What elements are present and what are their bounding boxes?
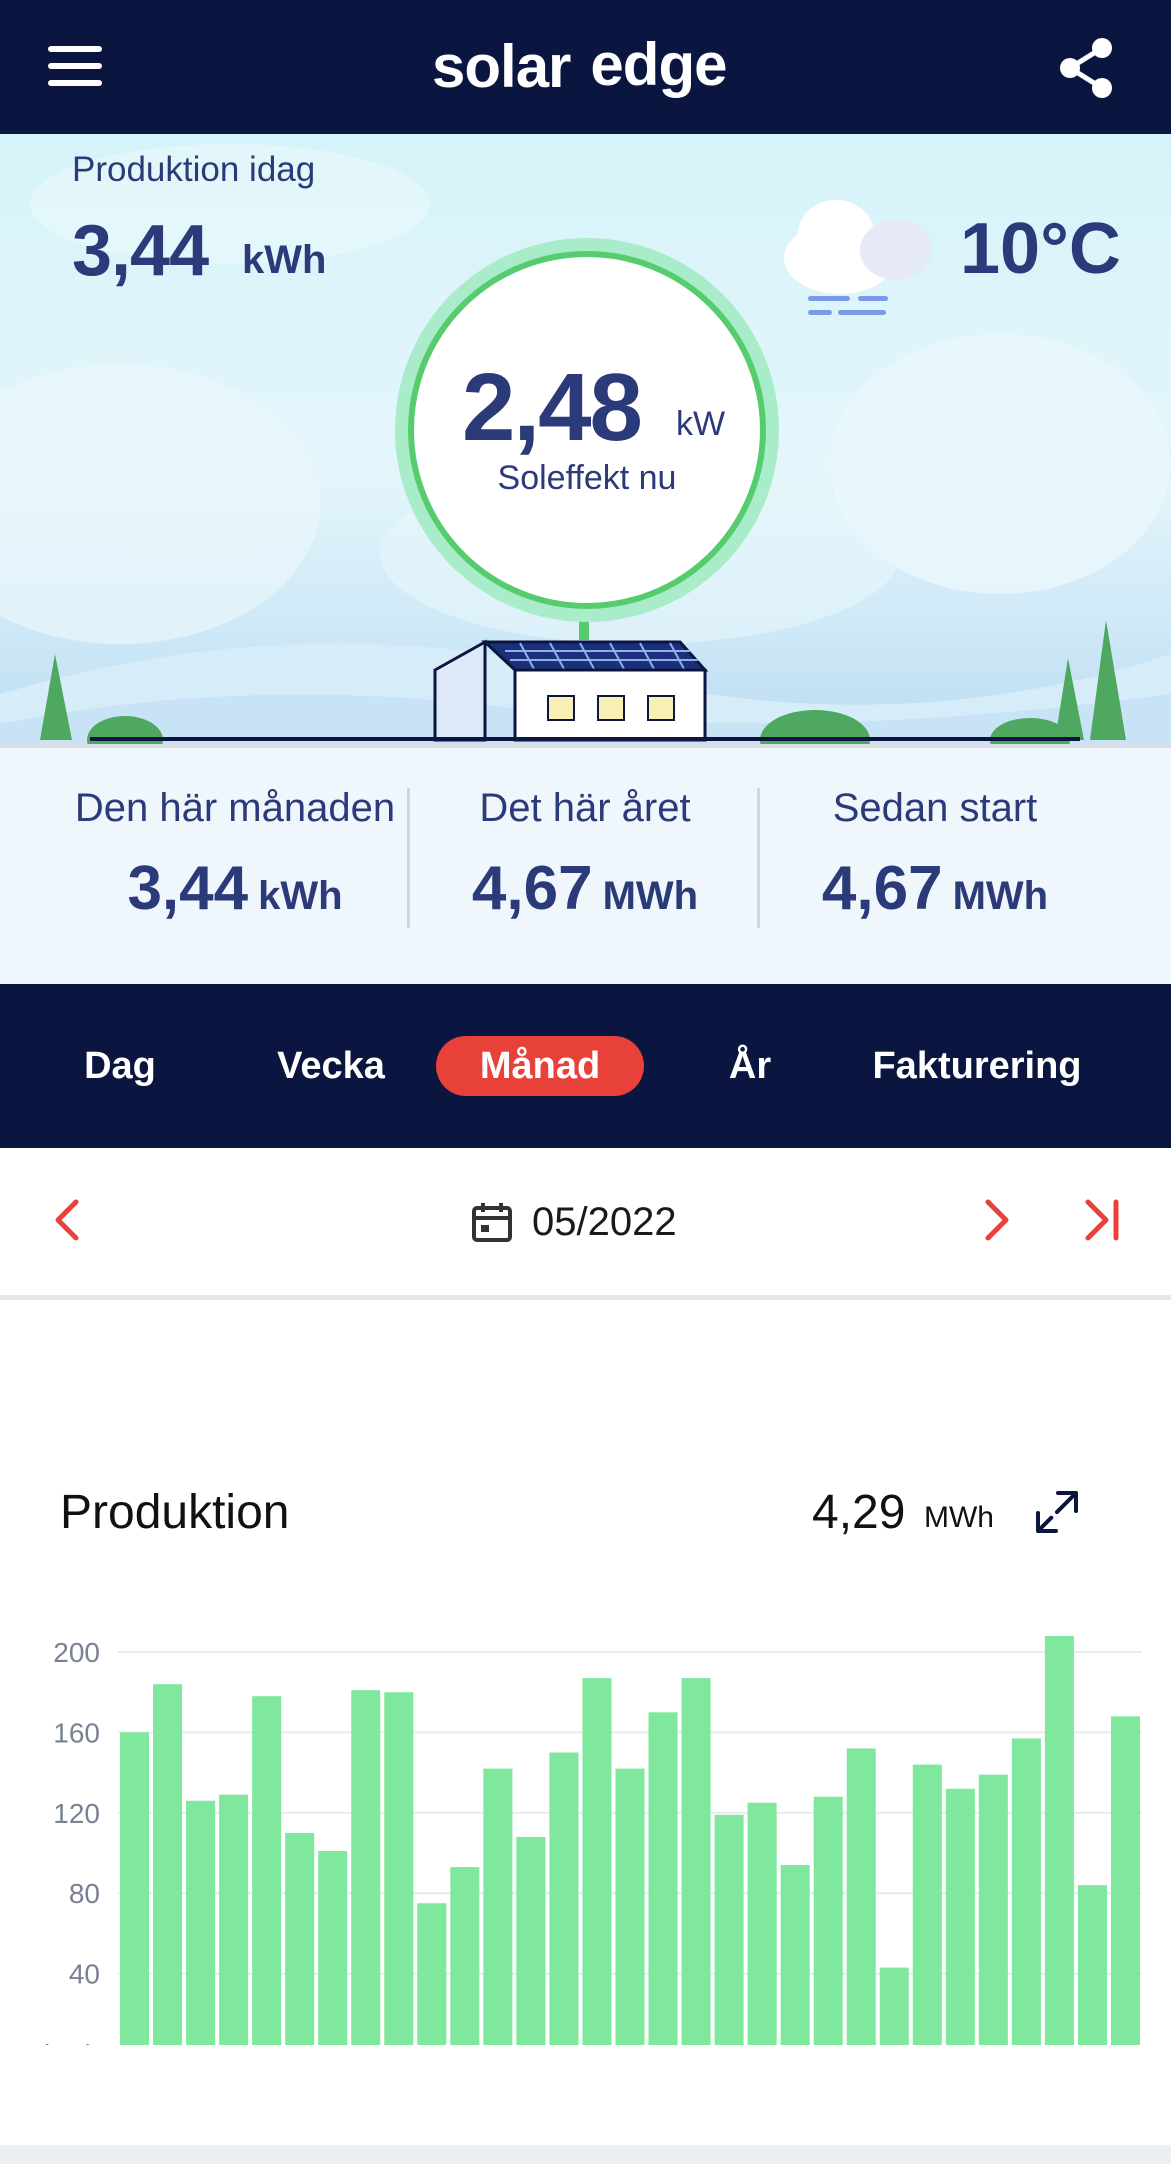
bar-day-6[interactable] xyxy=(285,1832,315,2045)
date-navigator: 05/2022 xyxy=(0,1148,1171,1300)
y-tick-label: 160 xyxy=(53,1717,100,1748)
bar-day-12[interactable] xyxy=(483,1768,513,2045)
tab-month[interactable]: Månad xyxy=(436,1036,644,1096)
stat-label: Sedan start xyxy=(832,786,1038,830)
tab-week[interactable]: Vecka xyxy=(256,1036,406,1096)
bar-day-7[interactable] xyxy=(318,1850,348,2045)
stat-value: 3,44 xyxy=(127,854,249,923)
bar-day-23[interactable] xyxy=(846,1748,876,2045)
stat-unit: MWh xyxy=(602,874,699,918)
temperature-value: 10°C xyxy=(960,209,1121,289)
period-tabs: Dag Vecka Månad År Fakturering xyxy=(0,984,1171,1148)
bar-day-28[interactable] xyxy=(1011,1738,1041,2045)
solaredge-logo: solar edge xyxy=(432,30,744,102)
chart-title: Produktion xyxy=(60,1486,290,1539)
chart-total-value: 4,29 xyxy=(812,1486,906,1539)
bar-day-13[interactable] xyxy=(516,1836,546,2045)
bar-day-18[interactable] xyxy=(681,1678,711,2045)
today-production-label: Produktion idag xyxy=(72,150,316,189)
bar-day-14[interactable] xyxy=(549,1752,579,2046)
bar-day-21[interactable] xyxy=(780,1865,810,2045)
bar-day-8[interactable] xyxy=(351,1690,381,2045)
today-production-unit: kWh xyxy=(242,238,327,282)
current-power-unit: kW xyxy=(676,405,726,443)
chevron-right-icon[interactable] xyxy=(964,1188,1028,1252)
bar-day-9[interactable] xyxy=(384,1692,414,2045)
y-tick-label: 80 xyxy=(69,1878,100,1909)
bar-day-29[interactable] xyxy=(1044,1635,1074,2045)
bar-day-20[interactable] xyxy=(747,1802,777,2045)
share-icon[interactable] xyxy=(1056,36,1116,100)
bar-day-5[interactable] xyxy=(252,1696,282,2045)
stat-unit: MWh xyxy=(952,874,1049,918)
bar-day-4[interactable] xyxy=(219,1794,249,2045)
bar-day-22[interactable] xyxy=(813,1796,843,2045)
current-power-gauge: 2,48 kW Soleffekt nu xyxy=(395,238,779,622)
tab-year[interactable]: År xyxy=(700,1036,800,1096)
stat-this-month: Den här månaden 3,44 kWh xyxy=(60,786,410,924)
logo-text-solar: solar xyxy=(432,32,571,100)
bar-day-25[interactable] xyxy=(912,1764,942,2045)
y-tick-label: 200 xyxy=(53,1637,100,1668)
bar-day-26[interactable] xyxy=(945,1788,975,2045)
y-axis-unit-label: kWh xyxy=(44,2039,100,2045)
production-chart-card: Produktion 4,29 MWh 4080120160200kWh1357… xyxy=(0,1305,1171,2145)
bar-day-2[interactable] xyxy=(153,1684,183,2045)
top-app-bar: solar edge xyxy=(0,0,1171,134)
bar-day-1[interactable] xyxy=(120,1732,150,2045)
selected-date: 05/2022 xyxy=(532,1199,677,1244)
y-tick-label: 40 xyxy=(69,1959,100,1990)
bar-day-10[interactable] xyxy=(417,1903,447,2045)
tab-billing[interactable]: Fakturering xyxy=(846,1036,1108,1096)
today-production-value: 3,44 xyxy=(72,211,209,291)
skip-to-end-icon[interactable] xyxy=(1072,1188,1136,1252)
stat-this-year: Det här året 4,67 MWh xyxy=(410,786,760,924)
bar-day-3[interactable] xyxy=(186,1800,216,2045)
logo-text-edge: edge xyxy=(576,28,744,105)
expand-icon[interactable] xyxy=(1030,1485,1084,1539)
hero-illustration: Produktion idag 3,44 kWh 10°C 2,48 kW So… xyxy=(0,134,1171,744)
stat-since-start: Sedan start 4,67 MWh xyxy=(760,786,1110,924)
tab-day[interactable]: Dag xyxy=(60,1036,180,1096)
bar-day-31[interactable] xyxy=(1110,1716,1140,2045)
stat-unit: kWh xyxy=(258,874,343,918)
stat-label: Det här året xyxy=(479,786,691,830)
energy-summary: Den här månaden 3,44 kWh Det här året 4,6… xyxy=(0,744,1171,984)
current-power-label: Soleffekt nu xyxy=(497,459,677,497)
bar-day-24[interactable] xyxy=(879,1967,909,2045)
stat-value: 4,67 xyxy=(821,854,943,923)
bar-day-15[interactable] xyxy=(582,1678,612,2045)
bar-day-16[interactable] xyxy=(615,1768,645,2045)
y-tick-label: 120 xyxy=(53,1798,100,1829)
bar-day-30[interactable] xyxy=(1077,1885,1107,2045)
bottom-edge xyxy=(0,2145,1171,2164)
bar-day-11[interactable] xyxy=(450,1867,480,2045)
hamburger-menu-icon[interactable] xyxy=(48,46,102,86)
bar-day-17[interactable] xyxy=(648,1712,678,2045)
chevron-left-icon[interactable] xyxy=(36,1188,100,1252)
bar-day-19[interactable] xyxy=(714,1814,744,2045)
chart-total-unit: MWh xyxy=(924,1501,994,1534)
production-bar-chart: 4080120160200kWh135791113151719212325272… xyxy=(44,1635,1142,2046)
bar-day-27[interactable] xyxy=(978,1774,1008,2045)
stat-value: 4,67 xyxy=(471,854,593,923)
cloudy-weather-icon xyxy=(784,200,932,315)
current-power-value: 2,48 xyxy=(462,354,643,461)
stat-label: Den här månaden xyxy=(74,786,396,830)
date-picker[interactable]: 05/2022 xyxy=(470,1192,677,1252)
calendar-icon xyxy=(472,1203,512,1242)
